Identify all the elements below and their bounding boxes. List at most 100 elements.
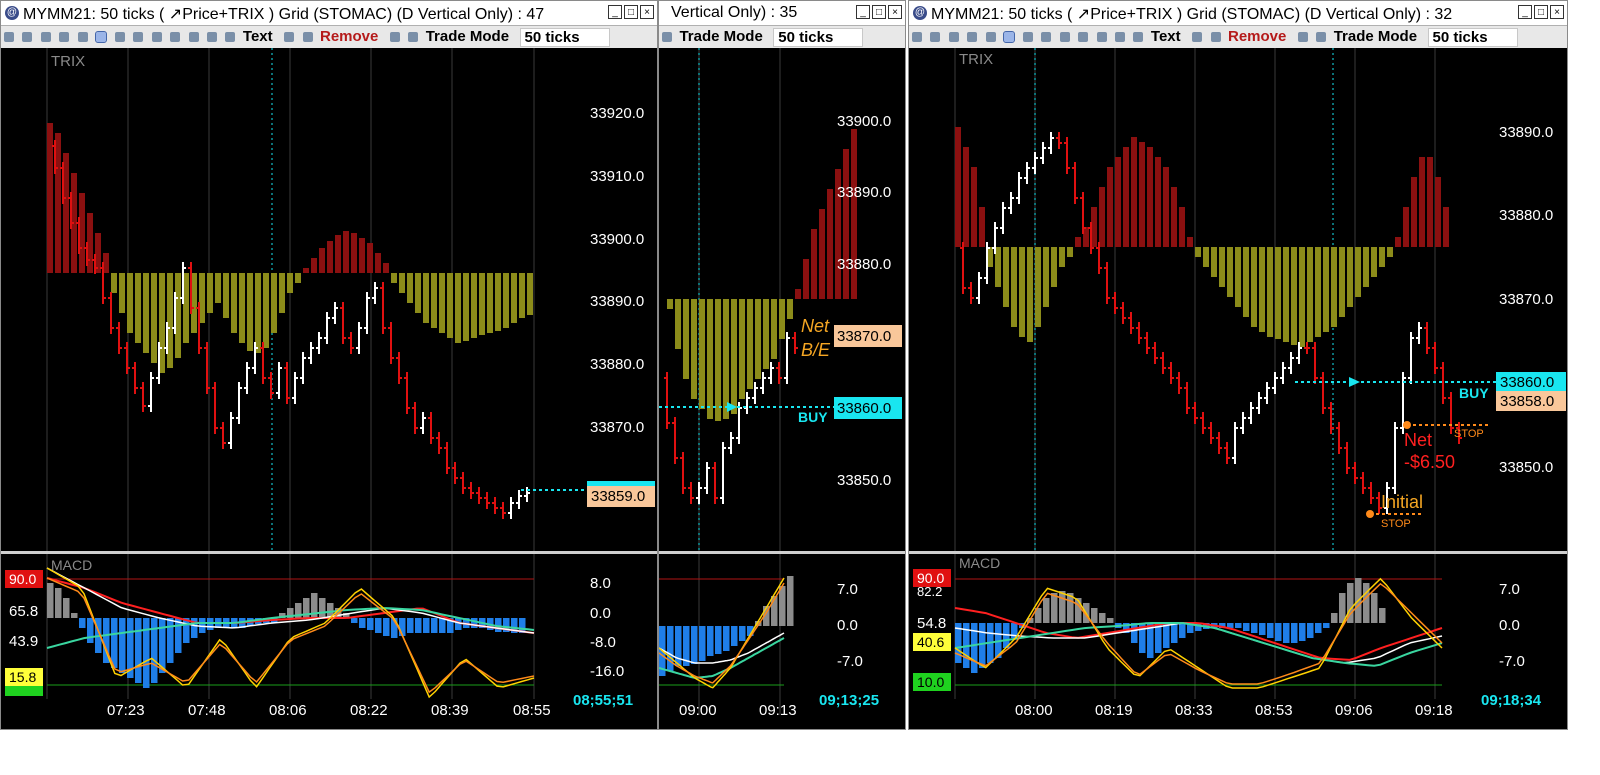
zoom-in-icon[interactable] bbox=[948, 32, 959, 42]
trix-bar bbox=[295, 273, 301, 283]
macd-label: MACD bbox=[51, 557, 92, 573]
zoom-in-icon[interactable] bbox=[40, 32, 51, 42]
macd-pane: MACD 90.0 82.2 54.8 40.6 10.0 7.0 0.0 -7… bbox=[913, 555, 1525, 691]
minimize-button[interactable]: _ bbox=[856, 5, 870, 19]
macd-hist-bar bbox=[779, 586, 786, 626]
macd-hist-bar bbox=[119, 618, 126, 673]
minimize-button[interactable]: _ bbox=[608, 5, 622, 19]
crosshair-icon[interactable] bbox=[985, 32, 996, 42]
macd-tick: 7.0 bbox=[1499, 581, 1520, 598]
edit-icon[interactable] bbox=[1192, 32, 1203, 42]
trix-bar bbox=[771, 299, 777, 359]
trade-mode-button[interactable]: Trade Mode bbox=[679, 28, 762, 45]
line-icon[interactable] bbox=[1059, 32, 1070, 42]
trix-bar bbox=[739, 299, 745, 399]
link-icon[interactable] bbox=[662, 32, 672, 42]
trix-bar bbox=[479, 273, 485, 335]
trix-bar bbox=[143, 273, 149, 353]
edit-icon[interactable] bbox=[284, 32, 295, 42]
link-icon[interactable] bbox=[1316, 32, 1327, 42]
arrow-icon[interactable] bbox=[1022, 32, 1033, 42]
chart-window-2[interactable]: Vertical Only) : 35 _ □ × Trade Mode 50 … bbox=[658, 0, 906, 730]
interval-select[interactable]: 50 ticks bbox=[519, 28, 610, 47]
remove-button[interactable]: Remove bbox=[320, 28, 378, 45]
trendline-icon[interactable] bbox=[188, 32, 199, 42]
zoom-out-icon[interactable] bbox=[59, 32, 70, 42]
horizontal-line-icon[interactable] bbox=[1078, 32, 1089, 42]
macd-hist-bar bbox=[439, 618, 446, 633]
line-icon[interactable] bbox=[151, 32, 162, 42]
erase-icon[interactable] bbox=[1210, 32, 1221, 42]
trade-mode-button[interactable]: Trade Mode bbox=[1334, 28, 1417, 45]
title-bar[interactable]: Vertical Only) : 35 _ □ × bbox=[659, 1, 905, 26]
maximize-button[interactable]: □ bbox=[872, 5, 886, 19]
close-button[interactable]: × bbox=[640, 5, 654, 19]
remove-button[interactable]: Remove bbox=[1228, 28, 1286, 45]
trix-bar bbox=[1315, 247, 1321, 337]
cursor-icon[interactable] bbox=[1003, 31, 1016, 43]
chart-area[interactable]: 33920.0 33910.0 33900.0 33890.0 33880.0 … bbox=[1, 48, 657, 729]
trix-bar bbox=[683, 299, 689, 379]
trix-bar bbox=[787, 299, 793, 319]
ellipse-icon[interactable] bbox=[1114, 32, 1125, 42]
trade-mode-button[interactable]: Trade Mode bbox=[426, 28, 509, 45]
price-axis: 33920.0 33910.0 33900.0 33890.0 33880.0 … bbox=[590, 105, 644, 436]
chart-icon[interactable] bbox=[930, 32, 941, 42]
close-icon[interactable] bbox=[1297, 32, 1308, 42]
chart-area[interactable]: BUY STOP Net -$6.50 Initial STOP 33890.0… bbox=[909, 48, 1567, 729]
wave-icon[interactable] bbox=[133, 32, 144, 42]
title-bar[interactable]: @ MYMM21: 50 ticks ( ↗Price+TRIX ) Grid … bbox=[1, 1, 657, 26]
maximize-button[interactable]: □ bbox=[624, 5, 638, 19]
trix-bar bbox=[963, 147, 969, 247]
chart-icon[interactable] bbox=[22, 32, 33, 42]
buy-price-tag: 33860.0 bbox=[837, 400, 891, 417]
interval-select[interactable]: 50 ticks bbox=[773, 28, 864, 47]
crosshair-icon[interactable] bbox=[77, 32, 88, 42]
price-tag: 33870.0 bbox=[837, 328, 891, 345]
wave-icon[interactable] bbox=[1041, 32, 1052, 42]
trix-bar bbox=[1147, 147, 1153, 247]
chart-window-3[interactable]: @ MYMM21: 50 ticks ( ↗Price+TRIX ) Grid … bbox=[908, 0, 1568, 730]
trix-bar bbox=[979, 207, 985, 247]
rectangle-icon[interactable] bbox=[225, 32, 236, 42]
text-tool-button[interactable]: Text bbox=[1151, 28, 1181, 45]
macd-axis: 7.0 0.0 -7.0 bbox=[837, 581, 863, 670]
stoch-level: 10.0 bbox=[917, 674, 944, 690]
rectangle-icon[interactable] bbox=[1133, 32, 1144, 42]
price-tick: 33920.0 bbox=[590, 105, 644, 122]
link-icon[interactable] bbox=[408, 32, 419, 42]
trix-bar bbox=[1291, 247, 1297, 345]
minimize-button[interactable]: _ bbox=[1518, 5, 1532, 19]
ellipse-icon[interactable] bbox=[206, 32, 217, 42]
horizontal-line-icon[interactable] bbox=[170, 32, 181, 42]
maximize-button[interactable]: □ bbox=[1534, 5, 1548, 19]
chart-window-1[interactable]: @ MYMM21: 50 ticks ( ↗Price+TRIX ) Grid … bbox=[0, 0, 658, 730]
trix-bar bbox=[1067, 247, 1073, 257]
close-button[interactable]: × bbox=[1550, 5, 1564, 19]
trendline-icon[interactable] bbox=[1096, 32, 1107, 42]
close-icon[interactable] bbox=[389, 32, 400, 42]
arrow-icon[interactable] bbox=[114, 32, 125, 42]
title-bar[interactable]: @ MYMM21: 50 ticks ( ↗Price+TRIX ) Grid … bbox=[909, 1, 1567, 26]
zoom-out-icon[interactable] bbox=[967, 32, 978, 42]
close-button[interactable]: × bbox=[888, 5, 902, 19]
trix-bar bbox=[487, 273, 493, 333]
price-tick: 33890.0 bbox=[837, 184, 891, 201]
grid-icon[interactable] bbox=[912, 32, 922, 42]
macd-tick: 7.0 bbox=[837, 581, 858, 598]
trix-bar bbox=[1099, 187, 1105, 247]
cursor-icon[interactable] bbox=[95, 31, 108, 43]
macd-hist-bar bbox=[167, 618, 174, 663]
trix-bar bbox=[1419, 157, 1425, 247]
grid-icon[interactable] bbox=[4, 32, 14, 42]
macd-hist-bar bbox=[111, 618, 118, 668]
erase-icon[interactable] bbox=[302, 32, 313, 42]
macd-hist-bar bbox=[383, 618, 390, 636]
macd-tick: -7.0 bbox=[837, 653, 863, 670]
text-tool-button[interactable]: Text bbox=[243, 28, 273, 45]
macd-hist-bar bbox=[1379, 608, 1386, 623]
trix-bar bbox=[1043, 247, 1049, 307]
price-tick: 33880.0 bbox=[837, 256, 891, 273]
chart-area[interactable]: Net B/E BUY 33900.0 33890.0 33880.0 3385… bbox=[659, 48, 905, 729]
interval-select[interactable]: 50 ticks bbox=[1427, 28, 1518, 47]
